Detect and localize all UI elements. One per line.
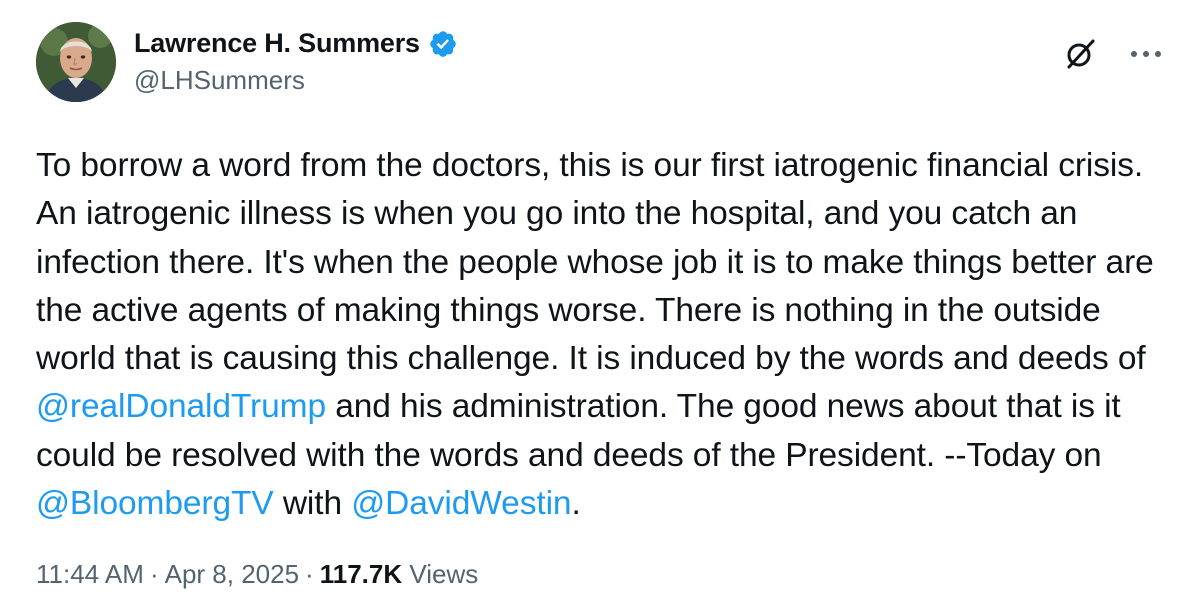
more-options-icon[interactable]: [1128, 36, 1164, 72]
grok-icon[interactable]: [1062, 36, 1098, 72]
tweet-text-part: To borrow a word from the doctors, this …: [36, 147, 1154, 378]
tweet-date[interactable]: Apr 8, 2025: [165, 559, 299, 589]
author-display-name[interactable]: Lawrence H. Summers: [134, 28, 420, 59]
mention-link[interactable]: @DavidWestin: [351, 485, 571, 522]
author-identity: Lawrence H. Summers @LHSummers: [134, 28, 458, 96]
tweet-header: Lawrence H. Summers @LHSummers: [36, 22, 1164, 102]
mention-link[interactable]: @realDonaldTrump: [36, 388, 326, 425]
author-handle[interactable]: @LHSummers: [134, 65, 458, 96]
tweet-text: To borrow a word from the doctors, this …: [36, 142, 1166, 528]
tweet-meta: 11:44 AM · Apr 8, 2025 · 117.7K Views: [36, 559, 1164, 590]
mention-link[interactable]: @BloombergTV: [36, 485, 274, 522]
tweet-text-part: with: [273, 485, 352, 523]
avatar[interactable]: [36, 22, 116, 102]
meta-separator: ·: [149, 559, 159, 590]
tweet-card: Lawrence H. Summers @LHSummers To borrow…: [0, 0, 1200, 600]
tweet-text-part: .: [571, 485, 581, 523]
name-row: Lawrence H. Summers: [134, 28, 458, 59]
tweet-time[interactable]: 11:44 AM: [36, 559, 144, 589]
avatar-portrait: [36, 22, 116, 102]
verified-badge-icon[interactable]: [428, 29, 458, 59]
tweet-actions: [1062, 36, 1164, 72]
views-label: Views: [409, 559, 479, 590]
views-count: 117.7K: [319, 559, 403, 590]
meta-separator: ·: [305, 559, 314, 590]
